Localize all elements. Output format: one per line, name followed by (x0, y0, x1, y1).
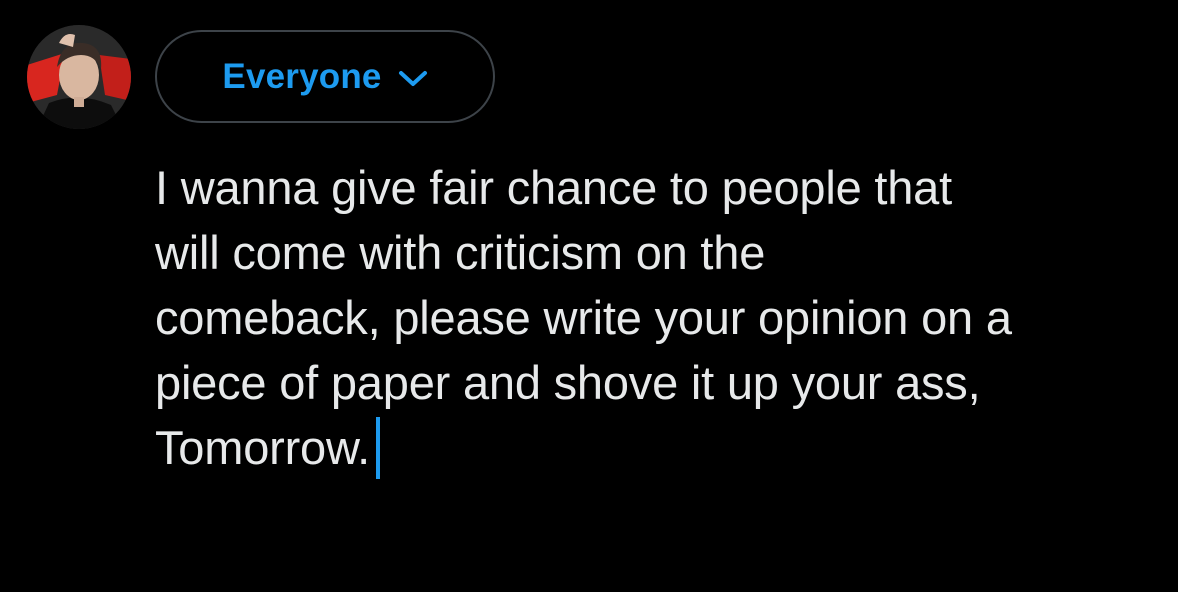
composer-line: will come with criticism on the (155, 226, 766, 279)
avatar-photo (27, 25, 131, 129)
audience-selector-button[interactable]: Everyone (155, 30, 495, 123)
composer-line: comeback, please write your opinion on a (155, 291, 1012, 344)
text-caret (375, 416, 380, 479)
tweet-composer-textarea[interactable]: I wanna give fair chance to people that … (155, 155, 1165, 480)
composer-line: Tomorrow. (155, 421, 370, 474)
avatar[interactable] (27, 25, 131, 129)
audience-label: Everyone (222, 56, 382, 96)
chevron-down-icon (398, 70, 428, 88)
composer-line: piece of paper and shove it up your ass, (155, 356, 981, 409)
composer-line: I wanna give fair chance to people that (155, 161, 952, 214)
composer-last-line: Tomorrow. (155, 415, 1165, 480)
